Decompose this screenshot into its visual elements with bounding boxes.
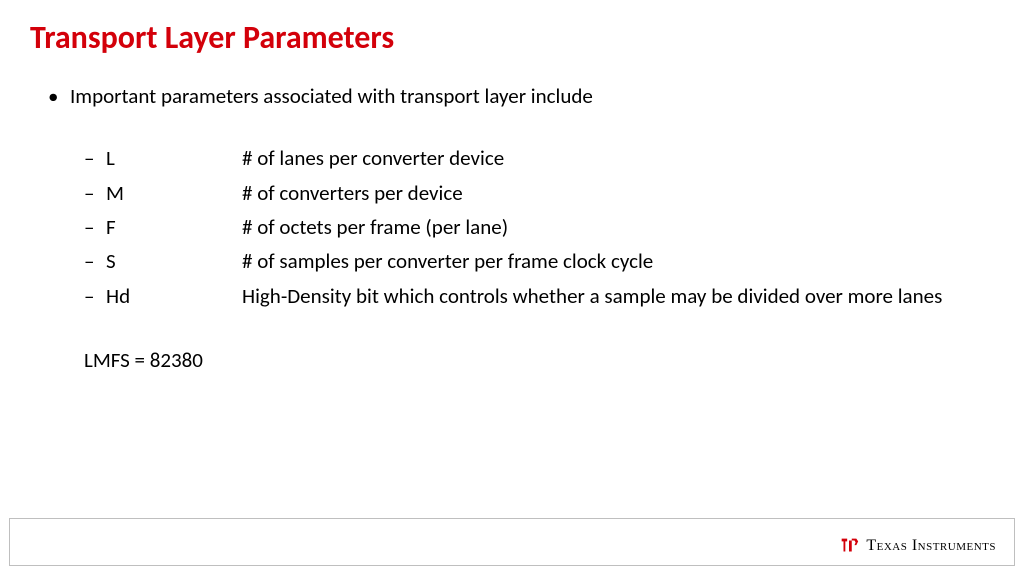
lmfs-value: LMFS = 82380 <box>84 346 984 374</box>
list-item: – M # of converters per device <box>84 179 984 207</box>
param-symbol: F <box>106 213 242 241</box>
slide-content: • Important parameters associated with t… <box>48 82 984 374</box>
bullet-dot: • <box>48 82 70 110</box>
param-desc: # of converters per device <box>242 179 984 207</box>
slide-title: Transport Layer Parameters <box>30 18 394 57</box>
param-symbol: Hd <box>106 282 242 310</box>
brand-logo: Texas Instruments <box>838 535 996 557</box>
list-item: – F # of octets per frame (per lane) <box>84 213 984 241</box>
main-bullet-text: Important parameters associated with tra… <box>70 82 593 110</box>
dash-icon: – <box>84 213 106 241</box>
param-desc: High-Density bit which controls whether … <box>242 282 984 310</box>
brand-name: Texas Instruments <box>866 537 996 555</box>
dash-icon: – <box>84 144 106 172</box>
param-symbol: S <box>106 247 242 275</box>
main-bullet: • Important parameters associated with t… <box>48 82 984 110</box>
ti-logo-icon <box>838 535 860 557</box>
param-symbol: L <box>106 144 242 172</box>
dash-icon: – <box>84 247 106 275</box>
list-item: – S # of samples per converter per frame… <box>84 247 984 275</box>
param-desc: # of samples per converter per frame clo… <box>242 247 984 275</box>
list-item: – Hd High-Density bit which controls whe… <box>84 282 984 310</box>
slide: Transport Layer Parameters • Important p… <box>0 0 1024 576</box>
dash-icon: – <box>84 282 106 310</box>
param-desc: # of lanes per converter device <box>242 144 984 172</box>
param-symbol: M <box>106 179 242 207</box>
parameter-list: – L # of lanes per converter device – M … <box>84 144 984 310</box>
dash-icon: – <box>84 179 106 207</box>
list-item: – L # of lanes per converter device <box>84 144 984 172</box>
param-desc: # of octets per frame (per lane) <box>242 213 984 241</box>
footer-bar: Texas Instruments <box>9 518 1015 566</box>
